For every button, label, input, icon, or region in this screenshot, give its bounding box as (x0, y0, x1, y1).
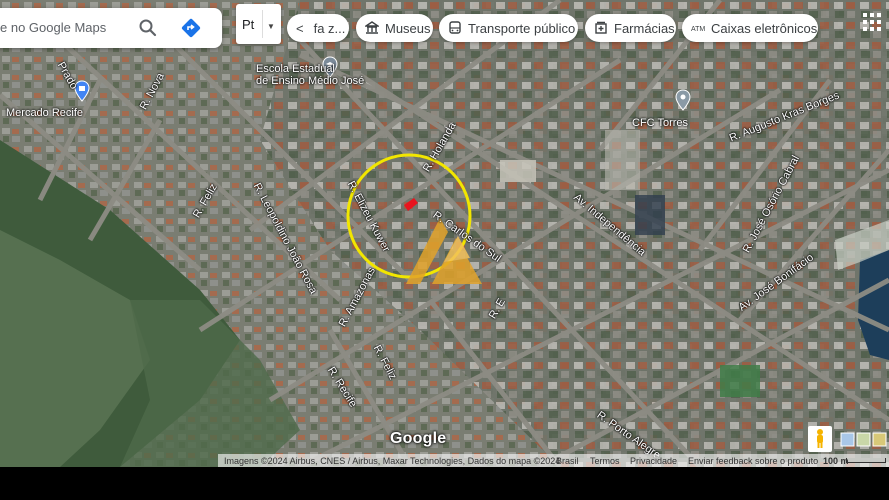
atm-icon: ATM (691, 26, 705, 33)
chip-label: fa z... (313, 20, 346, 36)
chevron-down-icon: ▼ (267, 22, 275, 31)
chip-label: Caixas eletrônicos (711, 20, 818, 36)
map-canvas[interactable]: e no Google Maps Pt ▼ < fa z... Museus T… (0, 0, 889, 467)
search-input[interactable]: e no Google Maps (0, 20, 106, 35)
property-marker (404, 198, 418, 211)
privacy-link[interactable]: Privacidade (630, 456, 677, 466)
place-pin-icon[interactable] (675, 89, 691, 111)
chip-transporte-publico[interactable]: Transporte público (439, 14, 578, 42)
google-logo: Google (390, 430, 447, 447)
svg-text:ATM: ATM (691, 26, 705, 33)
attribution-bar: Imagens ©2024 Airbus, CNES / Airbus, Max… (218, 454, 889, 467)
chip-label: Transporte público (468, 20, 576, 36)
directions-icon[interactable] (180, 17, 202, 39)
bus-icon (449, 21, 461, 34)
attribution-imagery: Imagens ©2024 Airbus, CNES / Airbus, Max… (224, 456, 561, 466)
pegman-icon[interactable] (808, 426, 832, 452)
poi-cfc-label[interactable]: CFC Torres (632, 117, 688, 129)
poi-escola-label[interactable]: Escola Estadual de Ensino Médio José (256, 63, 364, 87)
museum-icon (365, 21, 379, 34)
search-icon[interactable] (138, 18, 158, 38)
poi-mercado-label[interactable]: Mercado Recife (6, 107, 83, 119)
attribution-country: Brasil (556, 456, 579, 466)
scale-bar (846, 458, 886, 463)
pharmacy-icon (595, 21, 607, 34)
language-divider (262, 10, 263, 38)
language-select[interactable]: Pt ▼ (236, 4, 281, 44)
language-value: Pt (242, 17, 255, 32)
chip-label: Farmácias (614, 20, 675, 36)
search-box[interactable]: e no Google Maps (0, 8, 222, 48)
poi-escola-line2: de Ensino Médio José (256, 75, 365, 87)
chip-previous[interactable]: < fa z... (287, 14, 349, 42)
chip-farmacias[interactable]: Farmácias (585, 14, 676, 42)
apps-grid-icon[interactable] (862, 12, 882, 32)
chip-caixas-eletronicos[interactable]: ATM Caixas eletrônicos (682, 14, 818, 42)
layers-thumbnail[interactable] (838, 430, 889, 450)
screen: e no Google Maps Pt ▼ < fa z... Museus T… (0, 0, 889, 500)
chip-museus[interactable]: Museus (356, 14, 433, 42)
chip-label: Museus (385, 20, 431, 36)
terms-link[interactable]: Termos (590, 456, 620, 466)
scale-label[interactable]: 100 m (823, 456, 849, 466)
poi-escola-line1: Escola Estadual (256, 63, 335, 75)
chevron-left-icon[interactable]: < (296, 21, 304, 36)
feedback-link[interactable]: Enviar feedback sobre o produto (688, 456, 818, 466)
